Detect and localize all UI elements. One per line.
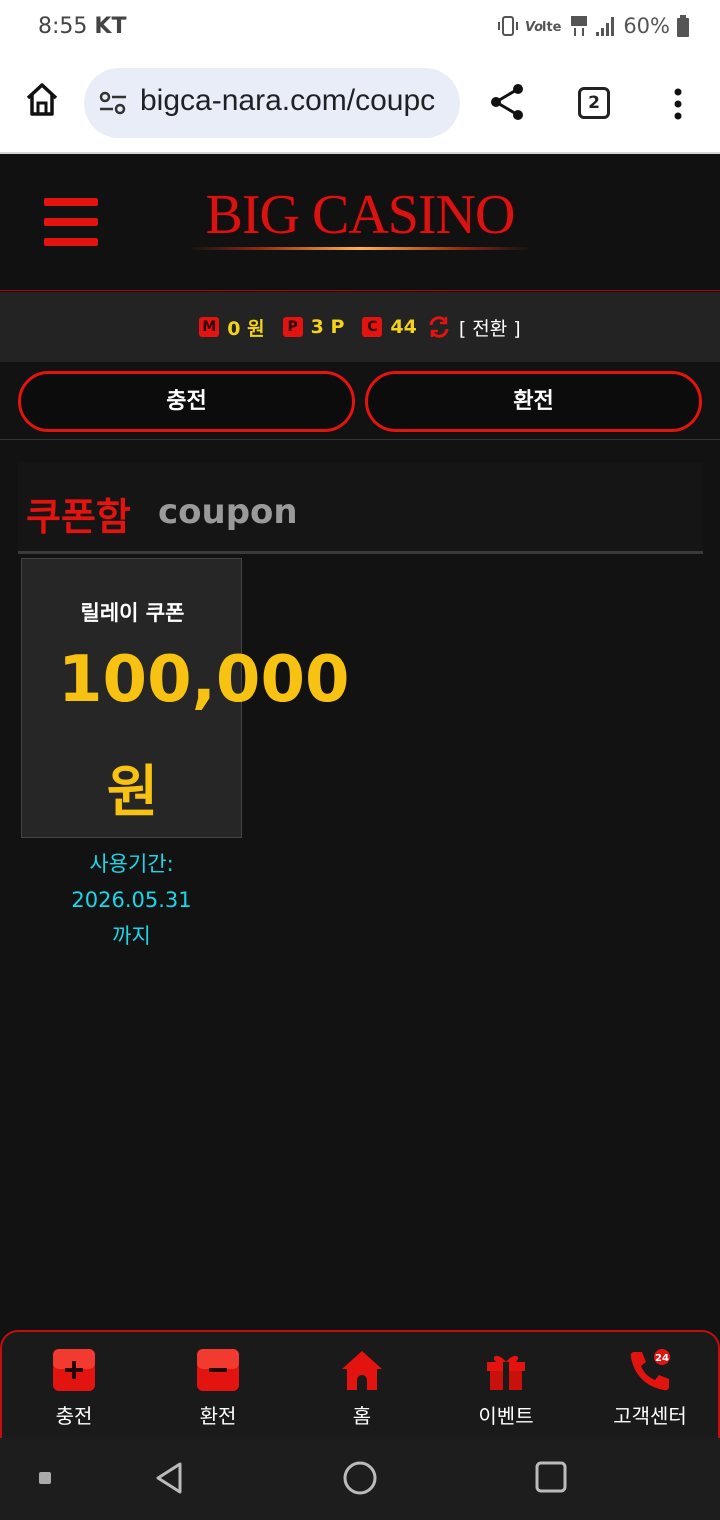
- nav-label: 고객센터: [613, 1404, 687, 1428]
- gift-icon: [487, 1355, 525, 1390]
- svg-text:lte: lte: [542, 20, 562, 35]
- nav-label: 홈: [352, 1404, 372, 1428]
- nav-charge[interactable]: 충전: [2, 1332, 146, 1440]
- lte-icon: [571, 16, 588, 36]
- point-badge: P: [282, 317, 303, 337]
- site-header: BIG CASINO: [0, 155, 720, 291]
- overview-icon[interactable]: [534, 1460, 568, 1494]
- url-text[interactable]: bigca-nara.com/coupc: [140, 84, 435, 118]
- action-row: 충전 환전: [0, 362, 720, 440]
- back-icon[interactable]: [152, 1460, 186, 1496]
- android-nav-bar: [0, 1438, 720, 1520]
- nav-home[interactable]: 홈: [290, 1332, 434, 1440]
- balance-bar: M 0 원 P 3 P C 44 [ 전환 ]: [0, 292, 720, 362]
- clock: 8:55: [38, 14, 88, 39]
- coupon-name: 릴레이 쿠폰: [80, 601, 185, 625]
- plus-icon: [53, 1349, 95, 1391]
- money-badge: M: [199, 317, 220, 337]
- point-value: 3 P: [310, 316, 345, 338]
- recent-apps-dot-icon[interactable]: [38, 1471, 52, 1485]
- status-bar: 8:55 KT Vo lte 60%: [0, 0, 720, 56]
- charge-button[interactable]: 충전: [18, 371, 355, 432]
- home-icon[interactable]: [22, 80, 62, 120]
- coupon-card[interactable]: 릴레이 쿠폰 100,000 원: [21, 558, 350, 838]
- svg-text:24: 24: [655, 1353, 669, 1364]
- coin-value: 44: [390, 316, 417, 338]
- expiry-date: 2026.05.31: [71, 888, 192, 912]
- nav-label: 이벤트: [478, 1404, 534, 1428]
- phone-24-icon: 24: [630, 1349, 670, 1391]
- refresh-icon[interactable]: [427, 315, 451, 339]
- share-icon[interactable]: [488, 82, 526, 122]
- switch-link[interactable]: [ 전환 ]: [459, 314, 521, 341]
- carrier: KT: [94, 14, 127, 39]
- home-icon: [342, 1351, 382, 1390]
- browser-toolbar: bigca-nara.com/coupc 2: [0, 56, 720, 154]
- logo-underline: [188, 247, 532, 250]
- battery-text: 60%: [623, 14, 670, 38]
- android-home-icon[interactable]: [342, 1460, 378, 1496]
- site-logo[interactable]: BIG CASINO: [188, 185, 532, 255]
- svg-text:Vo: Vo: [525, 20, 543, 35]
- hamburger-menu-icon[interactable]: [44, 198, 98, 246]
- volte-icon: Volte: [525, 20, 562, 35]
- logo-text: BIG CASINO: [205, 184, 516, 246]
- vibrate-icon: [498, 16, 519, 36]
- bottom-nav: 충전 환전 홈 이벤트 24 고객센터: [0, 1330, 720, 1438]
- nav-exchange[interactable]: 환전: [146, 1332, 290, 1440]
- tab-switcher-button[interactable]: 2: [578, 87, 610, 119]
- money-value: 0 원: [227, 317, 265, 340]
- exchange-button[interactable]: 환전: [365, 371, 702, 432]
- address-bar[interactable]: bigca-nara.com/coupc: [84, 68, 460, 138]
- coin-badge: C: [362, 317, 383, 337]
- nav-event[interactable]: 이벤트: [434, 1332, 578, 1440]
- nav-label: 충전: [55, 1404, 93, 1428]
- page-title: 쿠폰함: [26, 495, 131, 539]
- expiry-suffix: 까지: [112, 924, 151, 948]
- nav-support[interactable]: 24 고객센터: [578, 1332, 720, 1440]
- coupon-currency: 원: [106, 760, 159, 825]
- status-time: 8:55 KT: [38, 14, 126, 39]
- minus-icon: [197, 1349, 239, 1391]
- battery-icon: [677, 15, 689, 37]
- coupon-box-header: 쿠폰함 coupon: [18, 462, 703, 554]
- signal-icon: [596, 17, 615, 36]
- status-icons: Vo lte 60%: [497, 14, 690, 38]
- coupon-amount: 100,000: [58, 643, 350, 717]
- coupon-expiry: 사용기간: 2026.05.31 까지: [21, 846, 242, 954]
- more-menu-icon[interactable]: [666, 84, 690, 124]
- expiry-label: 사용기간:: [89, 852, 174, 876]
- page-subtitle: coupon: [158, 492, 298, 532]
- nav-label: 환전: [199, 1404, 237, 1428]
- site-settings-icon[interactable]: [98, 90, 128, 116]
